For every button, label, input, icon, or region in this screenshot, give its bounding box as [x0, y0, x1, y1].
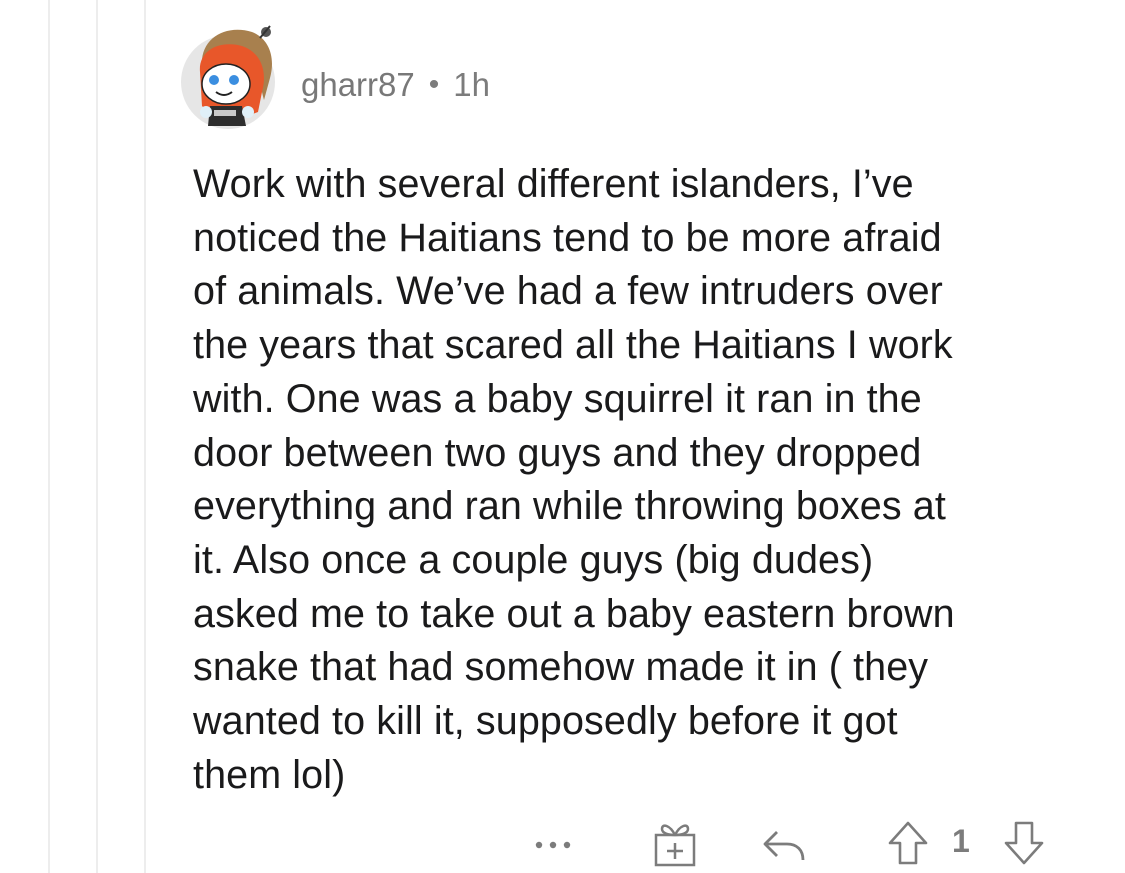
comment-body: Work with several different islanders, I…	[193, 162, 955, 797]
comment-header: gharr87 • 1h	[301, 65, 490, 105]
reply-button[interactable]	[758, 822, 808, 866]
more-options-icon	[535, 841, 571, 849]
snoo-avatar-icon	[181, 25, 275, 129]
gift-award-icon	[654, 824, 696, 867]
thread-line-3[interactable]	[144, 0, 146, 873]
reply-arrow-icon	[763, 831, 805, 861]
upvote-arrow-icon	[888, 821, 928, 865]
meta-separator: •	[428, 68, 440, 101]
timestamp[interactable]: 1h	[453, 66, 490, 104]
vote-count: 1	[952, 823, 970, 859]
thread-line-2[interactable]	[96, 0, 98, 873]
award-button[interactable]	[650, 818, 700, 868]
username-link[interactable]: gharr87	[301, 66, 415, 104]
downvote-button[interactable]	[1000, 818, 1048, 868]
thread-line-1[interactable]	[48, 0, 50, 873]
avatar[interactable]	[180, 22, 276, 130]
downvote-arrow-icon	[1004, 821, 1044, 865]
upvote-button[interactable]	[884, 818, 932, 868]
more-options-button[interactable]	[530, 826, 576, 864]
